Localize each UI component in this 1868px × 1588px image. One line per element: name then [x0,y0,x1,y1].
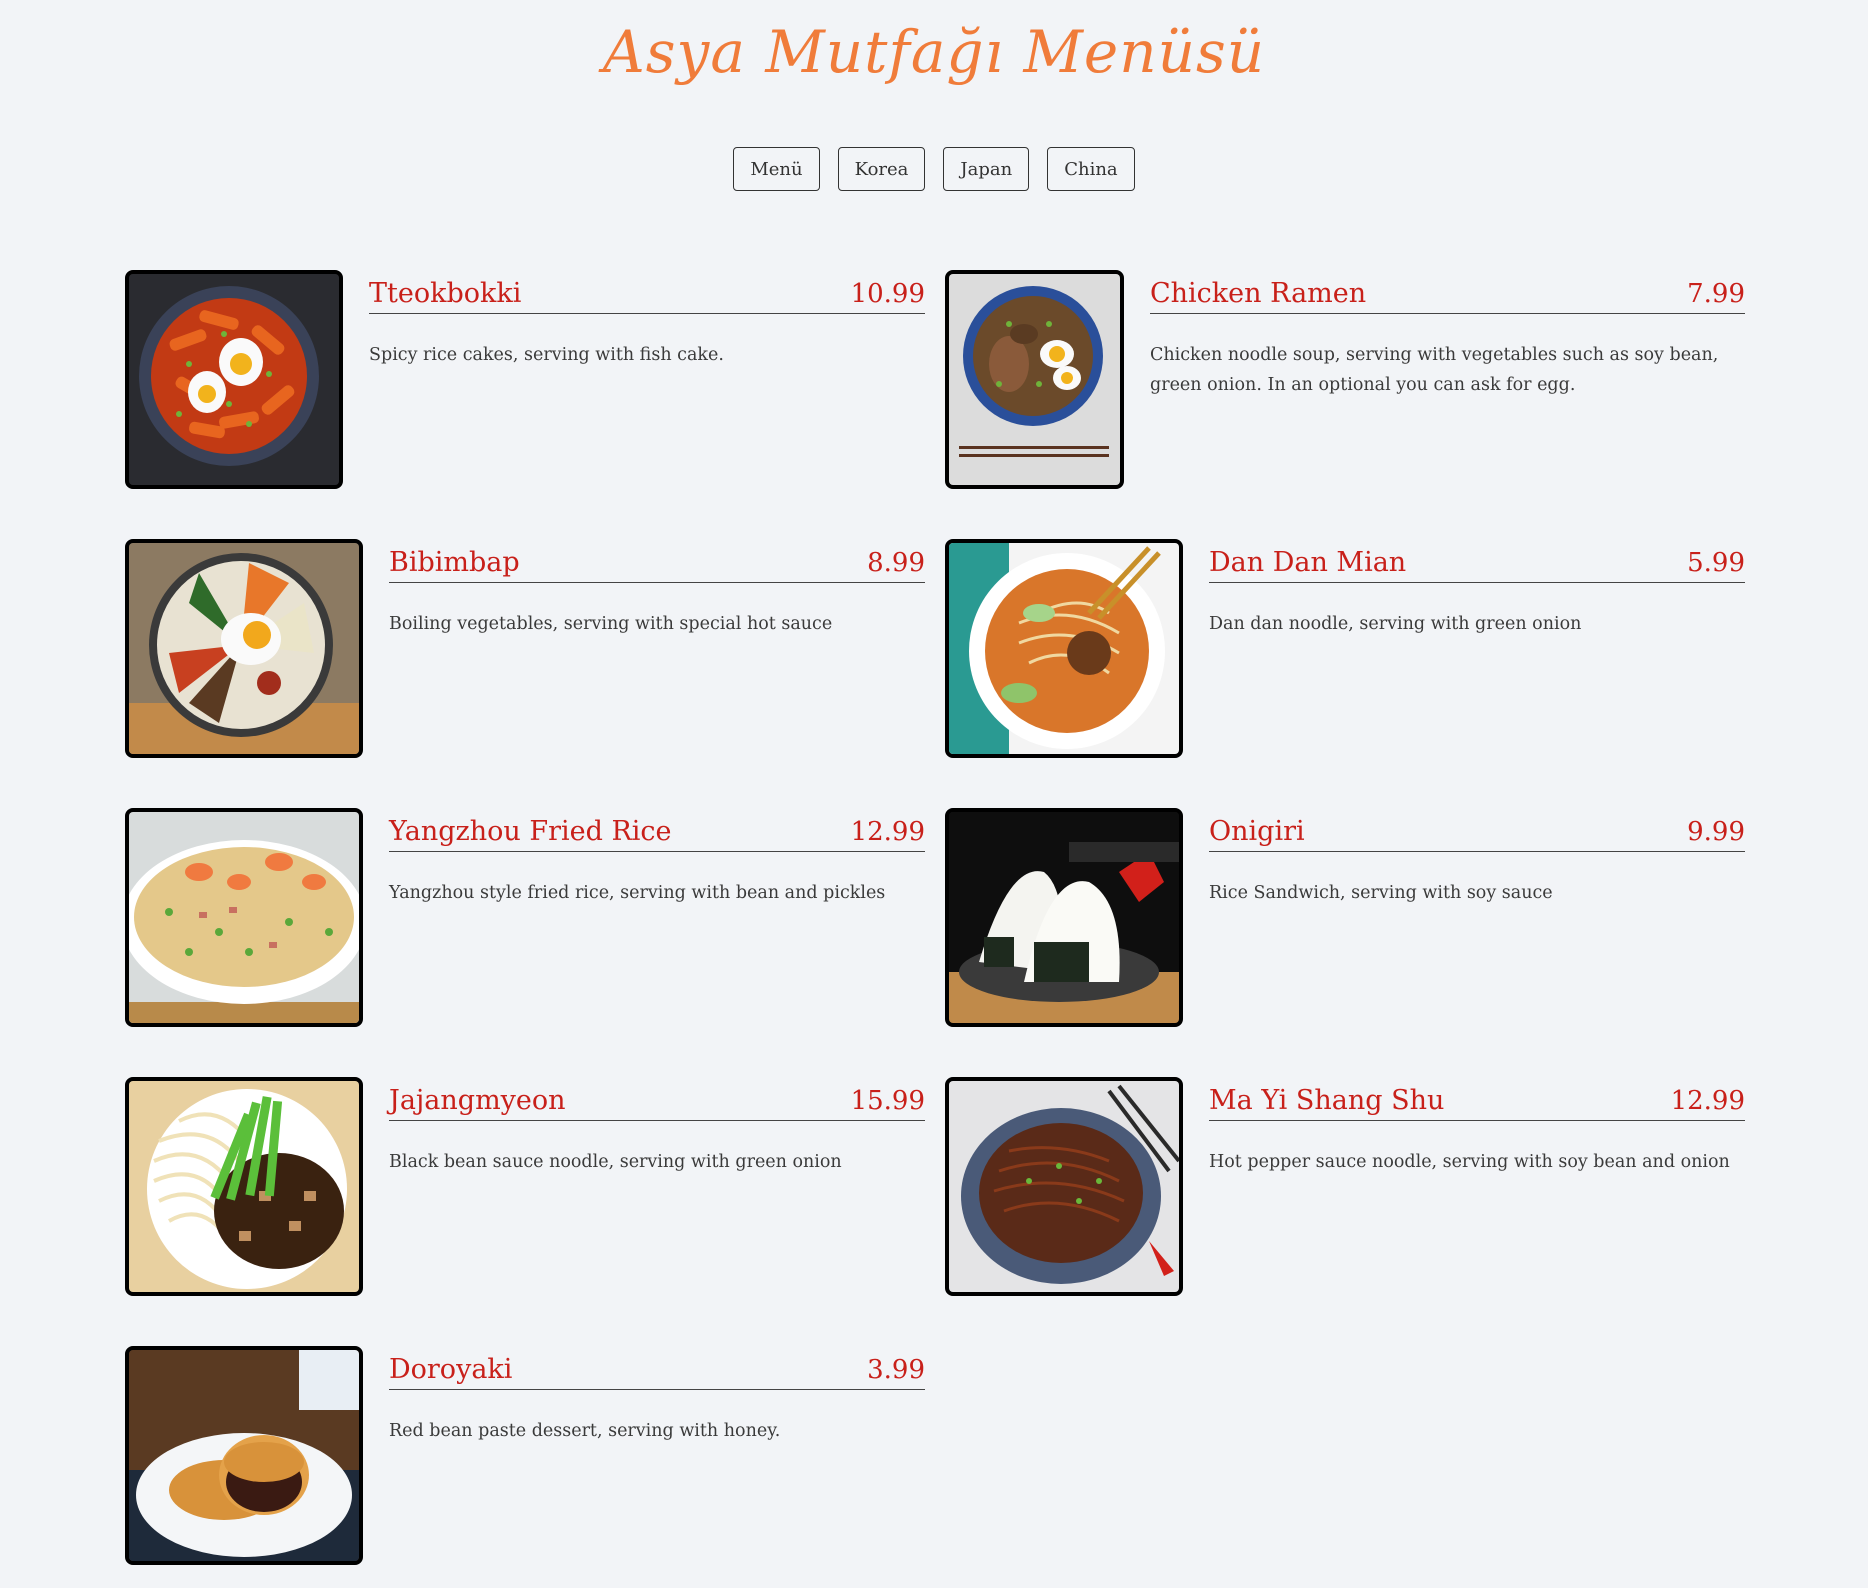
item-header: Jajangmyeon 15.99 [389,1077,925,1121]
item-price: 12.99 [1670,1086,1745,1116]
menu-item: Jajangmyeon 15.99 Black bean sauce noodl… [125,1077,925,1296]
item-description: Rice Sandwich, serving with soy sauce [1209,883,1553,903]
chicken-ramen-photo [945,270,1124,489]
tteokbokki-photo [125,270,343,489]
item-description: Red bean paste dessert, serving with hon… [389,1421,781,1441]
filter-button-china[interactable]: China [1047,147,1135,191]
item-header: Onigiri 9.99 [1209,808,1745,852]
jajangmyeon-photo [125,1077,363,1296]
item-price: 3.99 [867,1355,925,1385]
item-info: Doroyaki 3.99 Red bean paste dessert, se… [363,1346,925,1446]
item-description: Yangzhou style fried rice, serving with … [389,883,886,903]
bibimbap-photo [125,539,363,758]
item-price: 9.99 [1687,817,1745,847]
item-name: Yangzhou Fried Rice [389,816,672,847]
item-name: Onigiri [1209,816,1305,847]
item-header: Chicken Ramen 7.99 [1150,270,1745,314]
menu-item: Bibimbap 8.99 Boiling vegetables, servin… [125,539,925,758]
item-description: Boiling vegetables, serving with special… [389,614,833,634]
item-info: Ma Yi Shang Shu 12.99 Hot pepper sauce n… [1183,1077,1745,1177]
item-description: Chicken noodle soup, serving with vegeta… [1150,345,1719,395]
menu-item: Doroyaki 3.99 Red bean paste dessert, se… [125,1346,925,1565]
item-name: Tteokbokki [369,278,522,309]
fried-rice-photo [125,808,363,1027]
item-name: Chicken Ramen [1150,278,1367,309]
item-info: Chicken Ramen 7.99 Chicken noodle soup, … [1124,270,1745,400]
doroyaki-photo [125,1346,363,1565]
menu-item: Dan Dan Mian 5.99 Dan dan noodle, servin… [945,539,1745,758]
item-price: 12.99 [850,817,925,847]
item-price: 8.99 [867,548,925,578]
item-price: 10.99 [850,279,925,309]
menu-item: Onigiri 9.99 Rice Sandwich, serving with… [945,808,1745,1027]
ma-yi-shang-shu-photo [945,1077,1183,1296]
item-price: 5.99 [1687,548,1745,578]
item-price: 15.99 [850,1086,925,1116]
item-description: Spicy rice cakes, serving with fish cake… [369,345,724,365]
menu-grid: Tteokbokki 10.99 Spicy rice cakes, servi… [125,270,1745,1565]
filter-button-korea[interactable]: Korea [837,147,926,191]
item-price: 7.99 [1687,279,1745,309]
item-description: Black bean sauce noodle, serving with gr… [389,1152,842,1172]
item-info: Jajangmyeon 15.99 Black bean sauce noodl… [363,1077,925,1177]
item-header: Dan Dan Mian 5.99 [1209,539,1745,583]
item-header: Tteokbokki 10.99 [369,270,925,314]
item-info: Bibimbap 8.99 Boiling vegetables, servin… [363,539,925,639]
filter-button-japan[interactable]: Japan [943,147,1030,191]
onigiri-photo [945,808,1183,1027]
menu-item: Chicken Ramen 7.99 Chicken noodle soup, … [945,270,1745,489]
item-header: Bibimbap 8.99 [389,539,925,583]
item-info: Dan Dan Mian 5.99 Dan dan noodle, servin… [1183,539,1745,639]
item-info: Onigiri 9.99 Rice Sandwich, serving with… [1183,808,1745,908]
item-name: Jajangmyeon [389,1085,566,1116]
item-name: Doroyaki [389,1354,513,1385]
item-info: Tteokbokki 10.99 Spicy rice cakes, servi… [343,270,925,370]
item-description: Hot pepper sauce noodle, serving with so… [1209,1152,1730,1172]
filter-button-menu[interactable]: Menü [733,147,820,191]
item-header: Doroyaki 3.99 [389,1346,925,1390]
item-header: Yangzhou Fried Rice 12.99 [389,808,925,852]
menu-item: Tteokbokki 10.99 Spicy rice cakes, servi… [125,270,925,489]
item-name: Dan Dan Mian [1209,547,1407,578]
item-info: Yangzhou Fried Rice 12.99 Yangzhou style… [363,808,925,908]
menu-item: Yangzhou Fried Rice 12.99 Yangzhou style… [125,808,925,1027]
dan-dan-mian-photo [945,539,1183,758]
page-title: Asya Mutfağı Menüsü [602,18,1266,86]
category-filter-bar: Menü Korea Japan China [0,147,1868,191]
item-description: Dan dan noodle, serving with green onion [1209,614,1582,634]
item-header: Ma Yi Shang Shu 12.99 [1209,1077,1745,1121]
item-name: Bibimbap [389,547,520,578]
menu-item: Ma Yi Shang Shu 12.99 Hot pepper sauce n… [945,1077,1745,1296]
item-name: Ma Yi Shang Shu [1209,1085,1445,1116]
